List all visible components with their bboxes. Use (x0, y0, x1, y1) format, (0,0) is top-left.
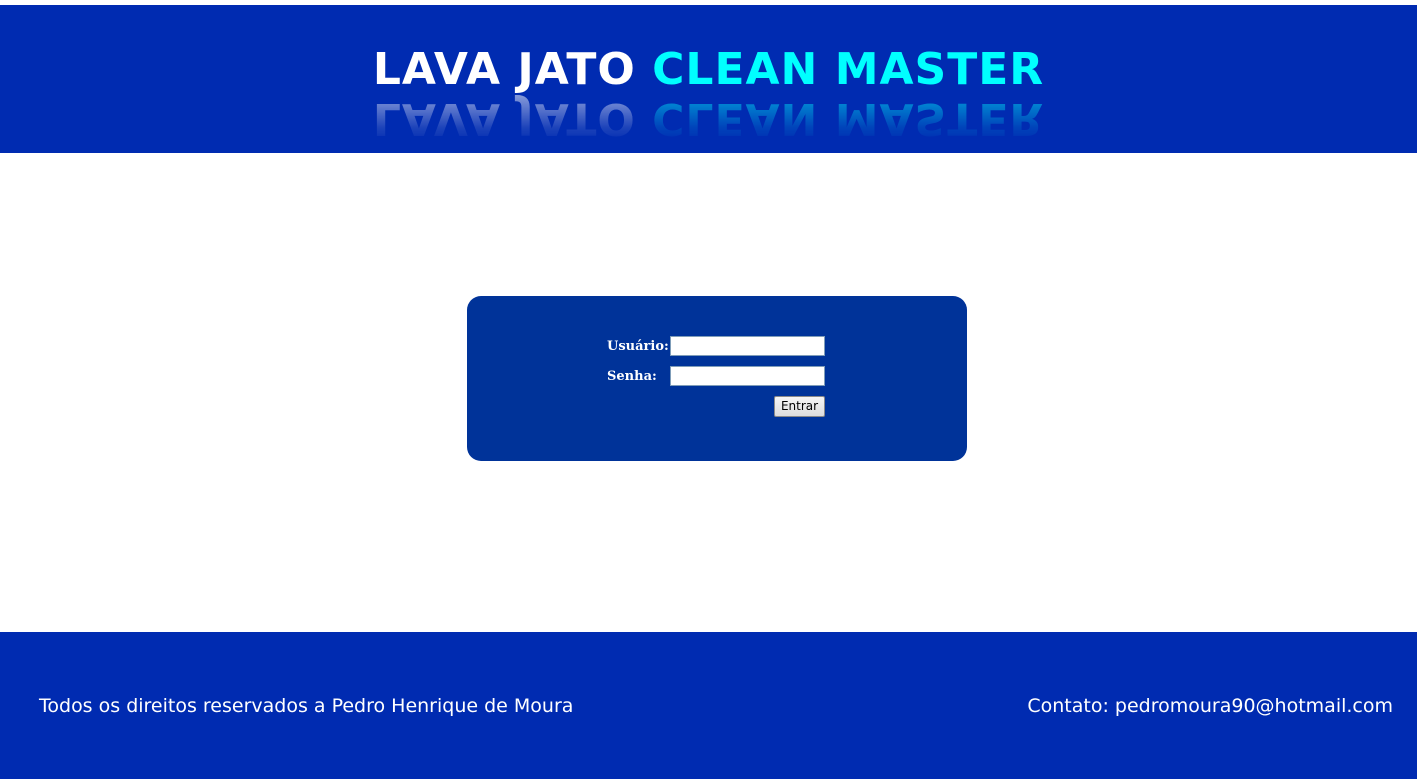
username-input[interactable] (670, 336, 825, 356)
logo-text-primary: LAVA JATO (372, 44, 636, 95)
login-form: Usuário: Senha: Entrar (467, 296, 967, 461)
logo-reflection-accent: CLEAN MASTER (652, 93, 1045, 144)
username-label: Usuário: (607, 339, 669, 354)
password-input[interactable] (670, 366, 825, 386)
login-button[interactable]: Entrar (774, 396, 825, 417)
password-label: Senha: (607, 369, 657, 384)
footer-contact: Contato: pedromoura90@hotmail.com (1027, 695, 1393, 717)
site-footer: Todos os direitos reservados a Pedro Hen… (0, 632, 1417, 779)
site-header: LAVA JATO CLEAN MASTER LAVA JATO CLEAN M… (0, 5, 1417, 153)
logo-text-accent: CLEAN MASTER (652, 44, 1045, 95)
footer-copyright: Todos os direitos reservados a Pedro Hen… (39, 695, 574, 717)
logo-reflection-primary: LAVA JATO (372, 93, 636, 144)
logo-reflection: LAVA JATO CLEAN MASTER (0, 93, 1417, 144)
site-logo: LAVA JATO CLEAN MASTER (0, 45, 1417, 95)
